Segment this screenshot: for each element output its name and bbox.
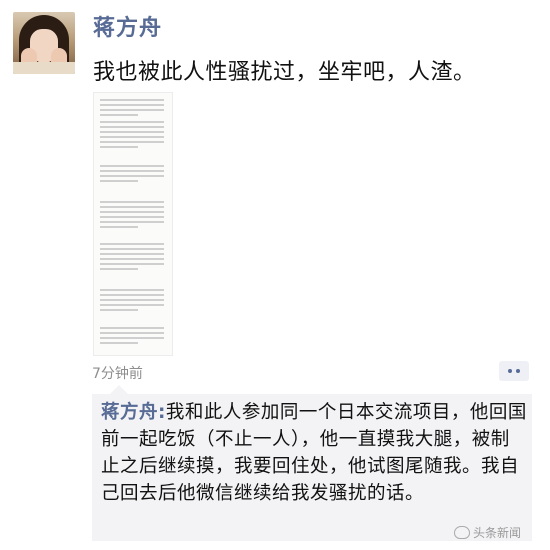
more-dots-icon [508, 369, 512, 373]
document-text-line [100, 146, 138, 148]
document-text-line [100, 170, 164, 172]
comment-separator: : [158, 402, 166, 423]
comment-section: 蒋方舟:我和此人参加同一个日本交流项目，他回国前一起吃饭（不止一人），他一直摸我… [92, 385, 532, 541]
document-text-line [100, 141, 164, 143]
document-text-line [100, 289, 164, 291]
document-text-line [100, 99, 164, 101]
post-image-document[interactable] [93, 92, 173, 356]
document-text-line [100, 136, 164, 138]
document-text-line [100, 299, 164, 301]
document-text-line [100, 248, 164, 250]
avatar-shirt [13, 62, 75, 74]
document-text-line [100, 165, 164, 167]
document-text-line [100, 221, 164, 223]
post-timestamp: 7分钟前 [92, 366, 143, 382]
document-text-line [100, 226, 138, 228]
comment-author[interactable]: 蒋方舟 [101, 402, 158, 423]
avatar[interactable] [13, 12, 75, 74]
document-text-line [100, 309, 138, 311]
document-text-line [100, 104, 164, 106]
document-text-line [100, 216, 164, 218]
watermark-text: 头条新闻 [473, 526, 522, 540]
document-text-line [100, 258, 164, 260]
weibo-icon [454, 526, 470, 539]
document-text-line [100, 109, 164, 111]
document-text-line [100, 332, 164, 334]
document-text-line [100, 121, 164, 123]
document-text-line [100, 175, 164, 177]
document-text-line [100, 342, 138, 344]
comment-item: 蒋方舟:我和此人参加同一个日本交流项目，他回国前一起吃饭（不止一人），他一直摸我… [101, 399, 527, 507]
document-text-line [100, 268, 138, 270]
document-text-line [100, 337, 164, 339]
document-text-line [100, 304, 164, 306]
post-text: 我也被此人性骚扰过，坐牢吧，人渣。 [93, 60, 476, 85]
more-dots-icon [516, 369, 520, 373]
document-text-line [100, 243, 164, 245]
document-text-line [100, 263, 164, 265]
document-text-line [100, 206, 164, 208]
document-text-line [100, 201, 164, 203]
document-text-line [100, 131, 164, 133]
document-text-line [100, 180, 138, 182]
document-text-line [100, 114, 138, 116]
document-text-line [100, 253, 164, 255]
watermark: 头条新闻 [454, 524, 521, 541]
document-text-line [100, 126, 164, 128]
document-text-line [100, 294, 164, 296]
document-text-line [100, 327, 164, 329]
post-author[interactable]: 蒋方舟 [93, 10, 162, 42]
document-text-line [100, 211, 164, 213]
more-button[interactable] [499, 361, 529, 381]
